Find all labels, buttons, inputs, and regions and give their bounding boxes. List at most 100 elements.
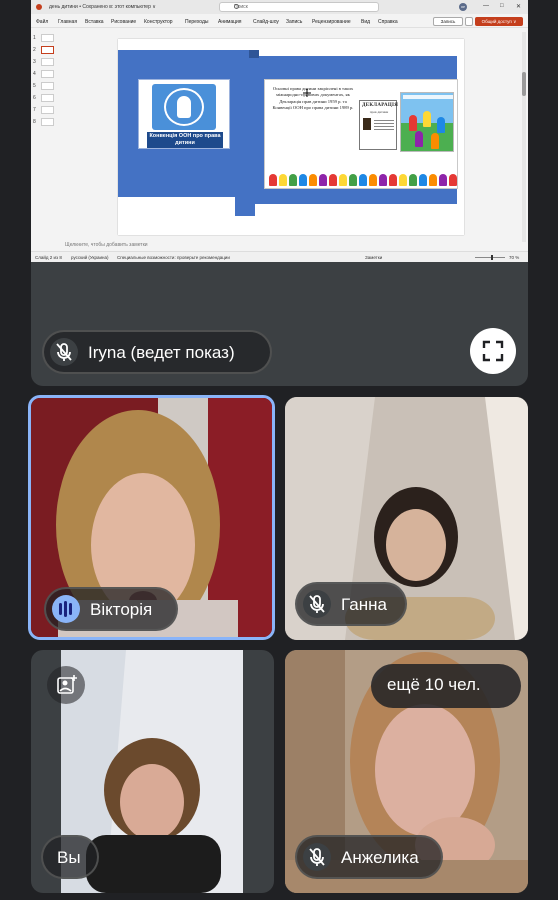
slide-number: 3 <box>33 59 36 65</box>
participant-name: Анжелика <box>341 848 419 867</box>
zoom-level[interactable]: 70 % <box>509 255 519 260</box>
slide-thumb[interactable]: 7 <box>33 106 57 116</box>
menu-home[interactable]: Главная <box>58 19 77 25</box>
presentation-tile[interactable]: день дитини • Сохранено в: этот компьюте… <box>31 0 528 386</box>
zoom-slider[interactable] <box>475 257 505 258</box>
current-slide[interactable]: Конвенція ООН про права дитини Основні п… <box>118 39 464 235</box>
menu-animation[interactable]: Анимация <box>218 19 241 25</box>
close-button[interactable]: ✕ <box>516 3 521 10</box>
slide-number: 1 <box>33 35 36 41</box>
menu-view[interactable]: Вид <box>361 19 370 25</box>
slide-thumb[interactable]: 8 <box>33 118 57 128</box>
menu-slideshow[interactable]: Слайд-шоу <box>253 19 279 25</box>
presenter-chip: Iryna (ведет показ) <box>42 330 272 374</box>
audio-level-icon <box>52 595 80 623</box>
minimize-button[interactable]: — <box>483 3 489 9</box>
status-accessibility[interactable]: Специальные возможности: проверьте реком… <box>117 255 230 260</box>
status-notes-button[interactable]: Заметки <box>365 255 382 260</box>
add-photo-button[interactable] <box>47 666 85 704</box>
slide-canvas: Конвенція ООН про права дитини Основні п… <box>61 30 521 238</box>
participant-tile-viktoria[interactable]: Вікторія <box>28 395 275 640</box>
logo-caption: Конвенція ООН про права дитини <box>147 132 223 148</box>
thumb-preview <box>41 70 54 78</box>
participant-tile-hanna[interactable]: Ганна <box>285 397 528 640</box>
fullscreen-icon <box>482 340 504 362</box>
powerpoint-window: день дитини • Сохранено в: этот компьюте… <box>31 0 528 262</box>
slide-number: 7 <box>33 107 36 113</box>
fullscreen-button[interactable] <box>470 328 516 374</box>
slide-number: 6 <box>33 95 36 101</box>
zoom-slider-knob[interactable] <box>491 255 493 260</box>
cursor-icon <box>303 89 311 97</box>
slide-thumb[interactable]: 1 <box>33 34 57 44</box>
menu-review[interactable]: Рецензирование <box>312 19 351 25</box>
ppt-status-bar: Слайд 2 из 8 русский (Украина) Специальн… <box>31 251 528 262</box>
more-participants-count: ещё 10 чел. <box>387 675 481 694</box>
slide-thumb[interactable]: 4 <box>33 70 57 80</box>
menu-transitions[interactable]: Переходы <box>185 19 208 25</box>
comments-button[interactable] <box>465 17 473 26</box>
book-subtitle: прав дитини <box>369 110 389 114</box>
thumb-preview <box>41 34 54 42</box>
menu-design[interactable]: Конструктор <box>144 19 173 25</box>
maximize-button[interactable]: □ <box>500 3 504 9</box>
participant-chip: Ганна <box>295 582 407 626</box>
more-participants-badge[interactable]: ещё 10 чел. <box>371 664 521 708</box>
ppt-user-avatar[interactable]: OP <box>459 3 467 11</box>
slide-main-text: Основні права дитини закріплені в таких … <box>272 86 354 110</box>
slide-fold <box>249 50 259 58</box>
un-convention-logo: Конвенція ООН про права дитини <box>138 79 230 149</box>
slide-number: 8 <box>33 119 36 125</box>
un-emblem-icon <box>152 84 216 130</box>
participant-name: Ганна <box>341 595 387 614</box>
slide-thumbnails: 1 2 3 4 5 6 7 8 <box>31 30 59 250</box>
participant-tile-anzhelika[interactable]: ещё 10 чел. Анжелика <box>285 650 528 893</box>
participant-chip: Вы <box>41 835 99 879</box>
slide-thumb[interactable]: 3 <box>33 58 57 68</box>
thumb-preview <box>41 94 54 102</box>
thumb-preview <box>41 46 54 54</box>
slide-fold <box>235 197 255 216</box>
thumb-preview <box>41 82 54 90</box>
slide-thumb[interactable]: 2 <box>33 46 57 56</box>
participant-name: Вы <box>57 848 81 867</box>
share-button[interactable]: Общий доступ ∨ <box>475 17 523 26</box>
mic-off-icon <box>303 590 331 618</box>
ppt-ribbon-tabs: Файл Главная Вставка Рисование Конструкт… <box>31 14 528 28</box>
ppt-document-title: день дитини • Сохранено в: этот компьюте… <box>49 4 156 10</box>
ppt-search-box[interactable]: Поиск <box>219 2 379 12</box>
convention-book-cover <box>400 92 454 152</box>
thumb-preview <box>41 118 54 126</box>
mic-off-icon <box>50 338 78 366</box>
record-button[interactable]: Запись <box>433 17 463 26</box>
book-title: ДЕКЛАРАЦІЯ <box>362 103 399 108</box>
menu-draw[interactable]: Рисование <box>111 19 136 25</box>
add-photo-icon <box>57 675 77 694</box>
menu-insert[interactable]: Вставка <box>85 19 104 25</box>
participant-chip: Вікторія <box>44 587 178 631</box>
slide-text-card: Основні права дитини закріплені в таких … <box>264 79 458 189</box>
status-slide-info: Слайд 2 из 8 <box>35 255 62 260</box>
ppt-search-placeholder: Поиск <box>234 4 248 10</box>
mic-off-icon <box>303 843 331 871</box>
presenter-name: Iryna (ведет показ) <box>88 343 235 362</box>
slide-number: 4 <box>33 71 36 77</box>
notes-pane[interactable]: Щелкните, чтобы добавить заметки <box>61 240 521 250</box>
slide-thumb[interactable]: 6 <box>33 94 57 104</box>
children-border-decoration <box>265 172 457 188</box>
status-language[interactable]: русский (Украина) <box>71 255 109 260</box>
slide-scrollbar[interactable] <box>522 32 526 242</box>
thumb-preview <box>41 58 54 66</box>
participant-name: Вікторія <box>90 600 153 619</box>
notes-placeholder: Щелкните, чтобы добавить заметки <box>65 242 148 248</box>
thumb-preview <box>41 106 54 114</box>
slide-number: 2 <box>33 47 36 53</box>
menu-record[interactable]: Запись <box>286 19 302 25</box>
declaration-book-cover: ДЕКЛАРАЦІЯ прав дитини <box>359 100 399 150</box>
participant-tile-you[interactable]: Вы <box>31 650 274 893</box>
slide-thumb[interactable]: 5 <box>33 82 57 92</box>
participant-chip: Анжелика <box>295 835 443 879</box>
menu-file[interactable]: Файл <box>36 19 48 25</box>
menu-help[interactable]: Справка <box>378 19 398 25</box>
powerpoint-logo-icon <box>36 4 42 10</box>
